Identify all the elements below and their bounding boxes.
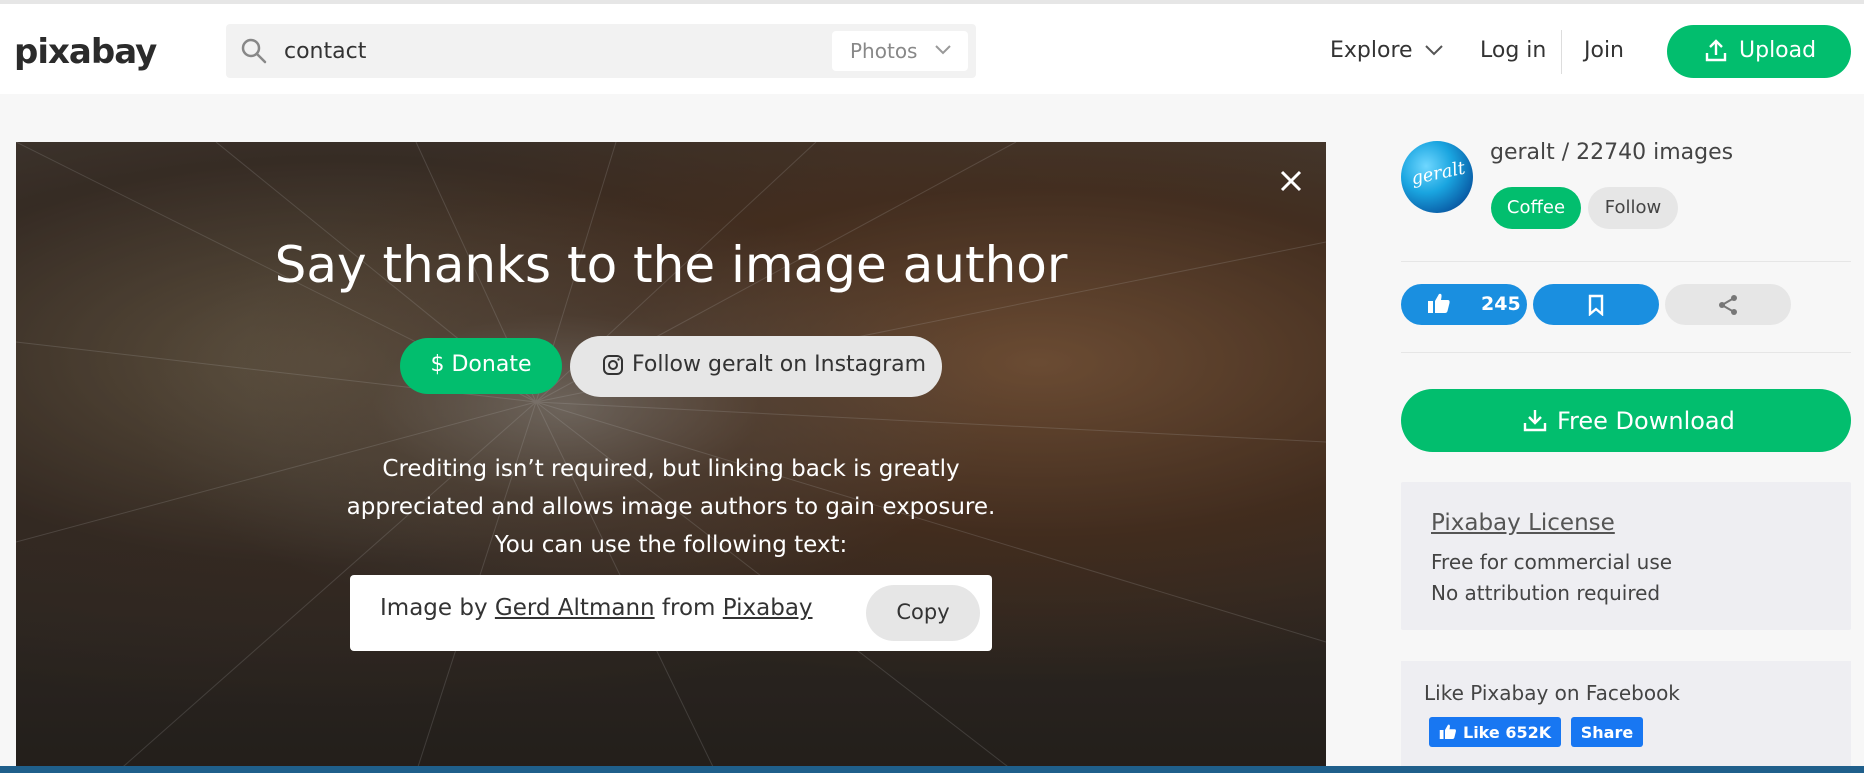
search-bar: Photos xyxy=(226,24,976,78)
divider xyxy=(1401,261,1851,262)
coffee-button[interactable]: Coffee xyxy=(1491,187,1581,229)
donate-button[interactable]: $ Donate xyxy=(400,338,562,394)
top-header: pixabay Photos Explore Log in Join Uploa… xyxy=(0,0,1864,94)
pixabay-logo[interactable]: pixabay xyxy=(14,32,157,72)
search-type-select[interactable]: Photos xyxy=(832,31,968,71)
credit-line: appreciated and allows image authors to … xyxy=(346,494,996,520)
bottom-bar xyxy=(0,766,1864,773)
share-button[interactable] xyxy=(1665,284,1791,325)
thanks-heading: Say thanks to the image author xyxy=(274,236,1068,294)
download-icon xyxy=(1523,410,1547,432)
attribution-prefix: Image by xyxy=(380,595,495,621)
share-icon xyxy=(1719,295,1737,315)
license-link[interactable]: Pixabay License xyxy=(1431,510,1615,536)
upload-label: Upload xyxy=(1739,38,1817,63)
author-info[interactable]: geralt / 22740 images xyxy=(1490,140,1733,165)
instagram-icon xyxy=(603,355,623,375)
nav-explore-label: Explore xyxy=(1330,38,1413,63)
thumbs-up-icon xyxy=(1428,293,1450,313)
download-label: Free Download xyxy=(1557,407,1735,435)
pixabay-link[interactable]: Pixabay xyxy=(723,595,813,621)
image-preview: Say thanks to the image author $ Donate … xyxy=(16,142,1326,773)
facebook-title: Like Pixabay on Facebook xyxy=(1424,681,1680,705)
credit-line: Crediting isn’t required, but linking ba… xyxy=(382,456,960,482)
author-avatar[interactable]: geralt xyxy=(1401,141,1473,213)
credit-line: You can use the following text: xyxy=(494,532,848,558)
license-line: No attribution required xyxy=(1431,581,1661,605)
chevron-down-icon xyxy=(935,45,951,55)
save-button[interactable] xyxy=(1533,284,1659,325)
author-link[interactable]: Gerd Altmann xyxy=(495,595,655,621)
search-input[interactable] xyxy=(284,32,844,70)
nav-join[interactable]: Join xyxy=(1584,38,1624,63)
bookmark-icon xyxy=(1588,294,1604,316)
nav-login[interactable]: Log in xyxy=(1480,38,1546,63)
facebook-share-button[interactable]: Share xyxy=(1571,717,1643,747)
nav-explore[interactable]: Explore xyxy=(1330,38,1443,63)
facebook-like-label: Like 652K xyxy=(1463,723,1552,742)
attribution-box: Image by Gerd Altmann from Pixabay Copy xyxy=(350,575,992,651)
avatar-signature: geralt xyxy=(1409,157,1468,190)
credit-text: Crediting isn’t required, but linking ba… xyxy=(16,450,1326,564)
attribution-text: Image by Gerd Altmann from Pixabay xyxy=(380,595,813,621)
like-button[interactable]: 245 xyxy=(1401,284,1527,325)
license-box: Pixabay License Free for commercial use … xyxy=(1401,482,1851,630)
facebook-like-button[interactable]: Like 652K xyxy=(1429,717,1561,747)
copy-button[interactable]: Copy xyxy=(866,585,980,641)
facebook-box: Like Pixabay on Facebook Like 652K Share xyxy=(1401,661,1851,773)
instagram-label: Follow geralt on Instagram xyxy=(632,352,927,377)
close-icon[interactable] xyxy=(1278,168,1304,194)
nav-divider xyxy=(1561,30,1562,74)
thumbs-up-icon xyxy=(1439,724,1456,739)
search-type-label: Photos xyxy=(850,39,918,63)
divider xyxy=(1401,352,1851,353)
chevron-down-icon xyxy=(1425,45,1443,56)
follow-instagram-button[interactable]: Follow geralt on Instagram xyxy=(570,336,942,397)
upload-button[interactable]: Upload xyxy=(1667,25,1851,78)
license-line: Free for commercial use xyxy=(1431,550,1673,574)
upload-icon xyxy=(1705,39,1727,62)
free-download-button[interactable]: Free Download xyxy=(1401,389,1851,452)
attribution-middle: from xyxy=(654,595,723,621)
like-count: 245 xyxy=(1481,293,1521,315)
follow-button[interactable]: Follow xyxy=(1588,187,1678,229)
search-icon[interactable] xyxy=(240,37,268,65)
